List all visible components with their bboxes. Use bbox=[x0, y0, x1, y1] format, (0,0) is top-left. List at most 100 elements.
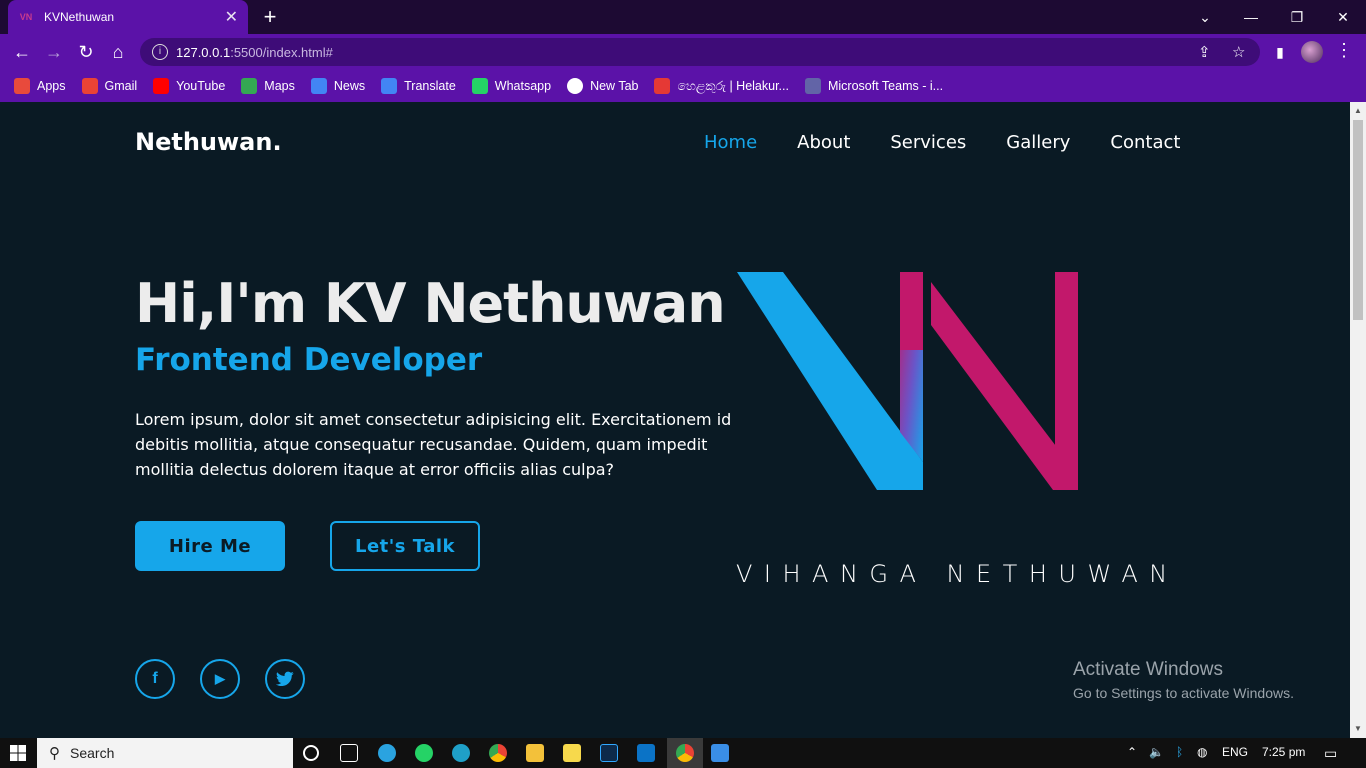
url-path: :5500/index.html# bbox=[230, 44, 333, 60]
windows-logo-glyph bbox=[10, 745, 26, 761]
twitter-bird-glyph bbox=[276, 671, 294, 687]
network-globe-icon[interactable]: ◍ bbox=[1197, 745, 1207, 759]
telegram-icon[interactable] bbox=[378, 744, 396, 762]
facebook-icon[interactable]: f bbox=[135, 659, 175, 699]
bookmarks-bar: Apps Gmail YouTube Maps News Translate Whatsap… bbox=[0, 70, 1366, 102]
bookmark-globe[interactable]: New Tab bbox=[567, 78, 638, 94]
youtube-icon[interactable]: ▶ bbox=[200, 659, 240, 699]
sticky-notes-icon[interactable] bbox=[563, 744, 581, 762]
edge-icon[interactable] bbox=[452, 744, 470, 762]
nav-link-home[interactable]: Home bbox=[704, 132, 757, 153]
apps-grid-icon bbox=[14, 78, 30, 94]
helakuru-icon bbox=[654, 78, 671, 94]
news-icon bbox=[310, 78, 327, 94]
taskbar-search-placeholder: Search bbox=[70, 745, 115, 761]
hire-me-button[interactable]: Hire Me bbox=[135, 521, 285, 571]
page-scrollbar[interactable]: ▲ ▼ bbox=[1350, 102, 1366, 738]
taskbar-search[interactable]: ⚲ Search bbox=[37, 738, 293, 768]
tab-bar: VN KVNethuwan ✕ + ⌄ — ❐ ✕ bbox=[0, 0, 1366, 34]
close-window-button[interactable]: ✕ bbox=[1320, 0, 1366, 34]
volume-icon[interactable]: 🔈 bbox=[1149, 745, 1164, 759]
tab-search-chevron-icon[interactable]: ⌄ bbox=[1182, 0, 1228, 34]
side-panel-icon[interactable]: ▮ bbox=[1268, 40, 1292, 64]
twitter-icon[interactable] bbox=[265, 659, 305, 699]
bookmark-label: Maps bbox=[264, 79, 295, 93]
bookmark-label: Gmail bbox=[104, 79, 138, 93]
home-icon[interactable]: ⌂ bbox=[106, 40, 130, 64]
nav-link-services[interactable]: Services bbox=[890, 132, 966, 153]
bookmark-whatsapp[interactable]: Whatsapp bbox=[471, 78, 551, 94]
scrollbar-thumb[interactable] bbox=[1353, 120, 1363, 320]
photos-icon[interactable] bbox=[711, 744, 729, 762]
bookmark-label: News bbox=[333, 79, 366, 93]
teams-icon bbox=[804, 78, 821, 94]
bookmark-apps-grid[interactable]: Apps bbox=[14, 78, 66, 94]
gmail-icon bbox=[81, 78, 98, 94]
address-bar[interactable]: i 127.0.0.1 :5500/index.html# ⇪ ☆ bbox=[140, 38, 1260, 66]
profile-avatar[interactable] bbox=[1301, 41, 1323, 63]
bookmark-label: හෙළකුරු | Helakur... bbox=[677, 78, 789, 93]
windows-taskbar: ⚲ Search ⌃ 🔈 ᛒ ◍ ENG 7:25 pm ▭ bbox=[0, 738, 1366, 768]
scroll-down-arrow-icon[interactable]: ▼ bbox=[1354, 724, 1362, 733]
menu-kebab-icon[interactable]: ⋮ bbox=[1335, 40, 1353, 61]
bookmark-helakuru[interactable]: හෙළකුරු | Helakur... bbox=[654, 78, 789, 94]
tab-close-icon[interactable]: ✕ bbox=[225, 7, 238, 27]
bookmark-teams[interactable]: Microsoft Teams - i... bbox=[804, 78, 943, 94]
nav-link-about[interactable]: About bbox=[797, 132, 850, 153]
task-view-icon[interactable] bbox=[340, 744, 358, 762]
bookmark-news[interactable]: News bbox=[310, 78, 366, 94]
forward-arrow-icon[interactable]: → bbox=[42, 40, 66, 64]
bluetooth-icon[interactable]: ᛒ bbox=[1176, 745, 1183, 759]
nav-link-gallery[interactable]: Gallery bbox=[1006, 132, 1070, 153]
bookmark-translate[interactable]: Translate bbox=[381, 78, 456, 94]
minimize-button[interactable]: — bbox=[1228, 0, 1274, 34]
logo-stroke-right-pink bbox=[1055, 272, 1078, 490]
main-nav: Home About Services Gallery Contact bbox=[704, 132, 1180, 153]
watermark-title: Activate Windows bbox=[1073, 659, 1223, 680]
clock[interactable]: 7:25 pm bbox=[1262, 745, 1305, 759]
photoshop-icon[interactable] bbox=[600, 744, 618, 762]
web-page: Nethuwan. Home About Services Gallery Contac… bbox=[0, 102, 1350, 738]
site-logo[interactable]: Nethuwan. bbox=[135, 128, 282, 156]
windows-start-icon[interactable] bbox=[0, 738, 36, 768]
brand-name: VIHANGA NETHUWAN bbox=[736, 560, 1179, 588]
bookmark-maps[interactable]: Maps bbox=[241, 78, 295, 94]
tray-chevron-up-icon[interactable]: ⌃ bbox=[1127, 745, 1137, 759]
whatsapp-icon bbox=[471, 78, 488, 94]
language-indicator[interactable]: ENG bbox=[1222, 745, 1248, 759]
share-icon[interactable]: ⇪ bbox=[1198, 43, 1211, 61]
browser-tab[interactable]: VN KVNethuwan ✕ bbox=[8, 0, 248, 34]
tab-title: KVNethuwan bbox=[44, 10, 115, 24]
restore-button[interactable]: ❐ bbox=[1274, 0, 1320, 34]
translate-icon bbox=[381, 78, 398, 94]
vn-brand-logo bbox=[737, 272, 1078, 490]
hero-title: Hi,I'm KV Nethuwan bbox=[135, 272, 726, 335]
bookmark-label: YouTube bbox=[176, 79, 226, 93]
globe-icon bbox=[567, 78, 584, 94]
bookmark-youtube[interactable]: YouTube bbox=[153, 78, 225, 94]
youtube-icon bbox=[153, 78, 170, 94]
back-arrow-icon[interactable]: ← bbox=[10, 40, 34, 64]
lets-talk-button[interactable]: Let's Talk bbox=[330, 521, 480, 571]
scroll-up-arrow-icon[interactable]: ▲ bbox=[1354, 106, 1362, 115]
bookmark-star-icon[interactable]: ☆ bbox=[1232, 43, 1245, 61]
chrome-active-icon bbox=[676, 744, 694, 762]
logo-stroke-pink-top bbox=[900, 272, 923, 350]
vscode-icon[interactable] bbox=[637, 744, 655, 762]
new-tab-button[interactable]: + bbox=[258, 5, 282, 29]
nav-link-contact[interactable]: Contact bbox=[1110, 132, 1180, 153]
browser-toolbar: ← → ↻ ⌂ i 127.0.0.1 :5500/index.html# ⇪ … bbox=[0, 34, 1366, 70]
reload-icon[interactable]: ↻ bbox=[74, 40, 98, 64]
site-favicon-icon: VN bbox=[19, 12, 33, 22]
hero-description: Lorem ipsum, dolor sit amet consectetur … bbox=[135, 410, 732, 479]
whatsapp-taskbar-icon[interactable] bbox=[415, 744, 433, 762]
file-explorer-icon[interactable] bbox=[526, 744, 544, 762]
notifications-icon[interactable]: ▭ bbox=[1324, 745, 1337, 762]
bookmark-gmail[interactable]: Gmail bbox=[81, 78, 138, 94]
site-info-icon[interactable]: i bbox=[152, 44, 168, 60]
bookmark-label: Apps bbox=[37, 79, 66, 93]
chrome-icon[interactable] bbox=[489, 744, 507, 762]
cortana-icon[interactable] bbox=[303, 745, 319, 761]
bookmark-label: New Tab bbox=[590, 79, 639, 93]
logo-stroke-blue bbox=[737, 272, 923, 490]
